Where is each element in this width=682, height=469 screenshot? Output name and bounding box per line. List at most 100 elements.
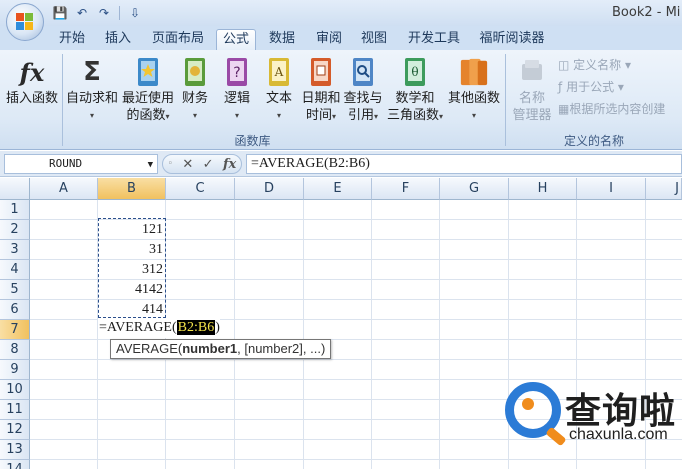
tab-foxit-reader[interactable]: 福昕阅读器 bbox=[472, 29, 552, 50]
recently-used-label-2: 的函数▾ bbox=[126, 108, 170, 123]
autosum-dropdown-icon[interactable]: ▾ bbox=[64, 107, 120, 124]
row-header[interactable]: 13 bbox=[0, 440, 30, 460]
tooltip-remaining-args: , [number2], ...) bbox=[237, 341, 326, 356]
math-trig-label-2: 三角函数▾ bbox=[386, 108, 444, 123]
row-header[interactable]: 3 bbox=[0, 240, 30, 260]
math-trig-label: 数学和 bbox=[395, 91, 435, 106]
financial-label: 财务 bbox=[181, 91, 208, 106]
text-functions-button[interactable]: A 文本 ▾ bbox=[262, 56, 296, 124]
undo-icon[interactable]: ↶ bbox=[72, 4, 92, 22]
cancel-icon[interactable]: ✕ bbox=[182, 157, 193, 172]
lookup-reference-button[interactable]: 查找与 引用▾ bbox=[342, 56, 384, 125]
row-header[interactable]: 11 bbox=[0, 400, 30, 420]
function-library-group-label: 函数库 bbox=[234, 134, 271, 148]
row-header[interactable]: 12 bbox=[0, 420, 30, 440]
name-manager-button[interactable]: 名称 管理器 bbox=[508, 56, 556, 124]
date-time-button[interactable]: 日期和 时间▾ bbox=[300, 56, 342, 125]
recently-used-button[interactable]: 最近使用 的函数▾ bbox=[120, 56, 176, 125]
tab-data[interactable]: 数据 bbox=[262, 29, 302, 50]
row-header[interactable]: 9 bbox=[0, 360, 30, 380]
column-header-g[interactable]: G bbox=[440, 178, 509, 200]
row-header[interactable]: 8 bbox=[0, 340, 30, 360]
column-header-j[interactable]: J bbox=[646, 178, 682, 200]
create-from-selection-button[interactable]: ▦根据所选内容创建 bbox=[558, 100, 665, 117]
column-header-i[interactable]: I bbox=[577, 178, 646, 200]
more-functions-label: 其他函数 bbox=[447, 91, 500, 106]
logical-dropdown-icon[interactable]: ▾ bbox=[220, 107, 254, 124]
date-time-label: 日期和 bbox=[301, 91, 341, 106]
row-header[interactable]: 2 bbox=[0, 220, 30, 240]
lookup-reference-label-2: 引用▾ bbox=[347, 108, 379, 123]
tooltip-function-name[interactable]: AVERAGE( bbox=[116, 341, 182, 356]
tab-developer[interactable]: 开发工具 bbox=[401, 29, 467, 50]
insert-function-button[interactable]: fx 插入函数 bbox=[4, 56, 60, 107]
column-header-c[interactable]: C bbox=[166, 178, 235, 200]
name-box[interactable]: ROUND ▼ bbox=[4, 154, 158, 174]
use-in-formula-button[interactable]: ƒ 用于公式 ▾ bbox=[558, 78, 624, 95]
name-manager-icon bbox=[517, 56, 547, 88]
formula-bar-grip-icon: ◦ bbox=[167, 159, 173, 169]
row-header[interactable]: 5 bbox=[0, 280, 30, 300]
column-header-h[interactable]: H bbox=[509, 178, 577, 200]
financial-button[interactable]: 财务 ▾ bbox=[178, 56, 212, 124]
sigma-icon: Σ bbox=[83, 56, 101, 87]
formula-input[interactable]: =AVERAGE(B2:B6) bbox=[246, 154, 682, 174]
gridline bbox=[439, 200, 440, 469]
define-name-label: 定义名称 bbox=[573, 58, 622, 72]
tab-review[interactable]: 审阅 bbox=[309, 29, 349, 50]
autosum-label: 自动求和 bbox=[65, 91, 118, 106]
window-title: Book2 - Mi bbox=[612, 5, 681, 20]
cell-b7-editor[interactable]: =AVERAGE(B2:B6) bbox=[98, 318, 220, 338]
name-manager-label: 名称 bbox=[518, 91, 545, 106]
function-argument-tooltip: AVERAGE(number1, [number2], ...) bbox=[110, 339, 332, 359]
ribbon-tabs: 开始 插入 页面布局 公式 数据 审阅 视图 开发工具 福昕阅读器 bbox=[0, 26, 682, 50]
column-header-a[interactable]: A bbox=[30, 178, 98, 200]
formula-prefix: =AVERAGE( bbox=[99, 320, 177, 335]
logical-button[interactable]: ? 逻辑 ▾ bbox=[220, 56, 254, 124]
gridline bbox=[234, 200, 235, 469]
tab-view[interactable]: 视图 bbox=[354, 29, 394, 50]
column-header-e[interactable]: E bbox=[304, 178, 372, 200]
insert-function-fx-icon[interactable]: fx bbox=[223, 157, 236, 172]
text-dropdown-icon[interactable]: ▾ bbox=[262, 107, 296, 124]
row-header[interactable]: 4 bbox=[0, 260, 30, 280]
tab-home[interactable]: 开始 bbox=[52, 29, 92, 50]
column-header-b[interactable]: B bbox=[98, 178, 166, 200]
row-header[interactable]: 14 bbox=[0, 460, 30, 469]
select-all-corner[interactable] bbox=[0, 178, 30, 200]
redo-icon[interactable]: ↷ bbox=[94, 4, 114, 22]
gridline bbox=[371, 200, 372, 469]
name-box-dropdown-icon[interactable]: ▼ bbox=[148, 156, 153, 174]
svg-text:θ: θ bbox=[411, 65, 418, 79]
define-name-button[interactable]: ◫ 定义名称 ▾ bbox=[558, 56, 631, 73]
svg-text:?: ? bbox=[233, 65, 240, 81]
tab-insert[interactable]: 插入 bbox=[98, 29, 138, 50]
row-header[interactable]: 6 bbox=[0, 300, 30, 320]
office-button[interactable] bbox=[6, 3, 44, 41]
tab-page-layout[interactable]: 页面布局 bbox=[144, 29, 212, 50]
column-header-d[interactable]: D bbox=[235, 178, 304, 200]
financial-dropdown-icon[interactable]: ▾ bbox=[178, 107, 212, 124]
datetime-book-icon bbox=[306, 56, 336, 88]
date-time-label-2: 时间▾ bbox=[305, 108, 337, 123]
use-in-formula-icon: ƒ bbox=[558, 80, 563, 94]
create-from-selection-label: 根据所选内容创建 bbox=[569, 102, 666, 116]
row-header[interactable]: 7 bbox=[0, 320, 30, 340]
more-functions-dropdown-icon[interactable]: ▾ bbox=[446, 107, 502, 124]
insert-function-label: 插入函数 bbox=[5, 91, 58, 106]
row-header[interactable]: 10 bbox=[0, 380, 30, 400]
lookup-book-icon bbox=[348, 56, 378, 88]
use-in-formula-label: 用于公式 bbox=[566, 80, 615, 94]
more-functions-button[interactable]: 其他函数 ▾ bbox=[446, 56, 502, 124]
autosum-button[interactable]: Σ 自动求和 ▾ bbox=[64, 56, 120, 124]
row-header[interactable]: 1 bbox=[0, 200, 30, 220]
enter-icon[interactable]: ✓ bbox=[203, 157, 214, 172]
title-bar: 💾 ↶ ↷ ⇩ Book2 - Mi bbox=[0, 0, 682, 26]
save-icon[interactable]: 💾 bbox=[50, 4, 70, 22]
math-trig-button[interactable]: θ 数学和 三角函数▾ bbox=[386, 56, 444, 125]
column-header-f[interactable]: F bbox=[372, 178, 440, 200]
watermark-logo: 查询啦 chaxunla.com bbox=[505, 380, 681, 466]
tab-formulas[interactable]: 公式 bbox=[216, 29, 256, 50]
formula-suffix: ) bbox=[215, 320, 220, 335]
customize-qat-icon[interactable]: ⇩ bbox=[125, 4, 145, 22]
